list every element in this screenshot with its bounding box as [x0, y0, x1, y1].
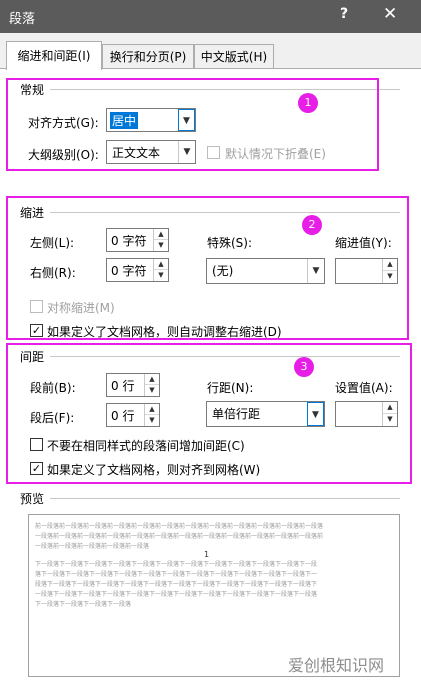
tab-line-page-breaks[interactable]: 换行和分页(P) — [102, 44, 194, 70]
preview-line: 落下一段落下一段落下一段落下一段落下一段落下一段落下一段落下一段落下一段落下一段… — [35, 571, 318, 578]
close-icon[interactable]: ✕ — [383, 4, 397, 24]
title-bar: 段落 ? ✕ — [0, 0, 421, 33]
tab-bar: 缩进和间距(I) 换行和分页(P) 中文版式(H) — [0, 33, 421, 70]
annotation-badge-2: 2 — [302, 215, 322, 235]
window-title: 段落 — [9, 12, 36, 27]
highlight-general — [6, 78, 379, 171]
preview-line: 一段落前一段落前一段落前一段落前一段落前一段落前一段落前一段落前一段落前一段落前… — [35, 533, 324, 540]
preview-divider — [50, 498, 400, 499]
preview-section-title: 预览 — [20, 492, 45, 506]
tab-asian-typography[interactable]: 中文版式(H) — [194, 44, 274, 70]
dialog-panel: 常规 对齐方式(G): 居中 ▼ 大纲级别(O): 正文文本 ▼ 默认情况下折叠… — [0, 69, 421, 682]
preview-line: 一段落下一段落下一段落下一段落下一段落下一段落下一段落下一段落下一段落下一段落下… — [35, 591, 318, 598]
annotation-badge-3: 3 — [294, 357, 314, 377]
watermark-text: 爱创根知识网 — [288, 656, 385, 675]
help-button[interactable]: ? — [340, 6, 348, 22]
preview-line: 段落下一段落下一段落下一段落下一段落下一段落下一段落下一段落下一段落下一段落下一… — [35, 581, 318, 588]
highlight-indent — [6, 196, 409, 340]
annotation-badge-1: 1 — [298, 93, 318, 113]
preview-line: 前一段落前一段落前一段落前一段落前一段落前一段落前一段落前一段落前一段落前一段落… — [35, 523, 324, 530]
preview-line: 下一段落下一段落下一段落下一段落下一段落下一段落下一段落下一段落下一段落下一段落… — [35, 561, 318, 568]
highlight-spacing — [6, 343, 412, 484]
tab-indent-spacing[interactable]: 缩进和间距(I) — [6, 41, 102, 70]
preview-text-sample: 1 — [204, 550, 210, 559]
preview-line: 下一段落下一段落下一段落下一段落 — [35, 601, 132, 608]
preview-line: 一段落前一段落前一段落前一段落前一段落 — [35, 543, 150, 550]
